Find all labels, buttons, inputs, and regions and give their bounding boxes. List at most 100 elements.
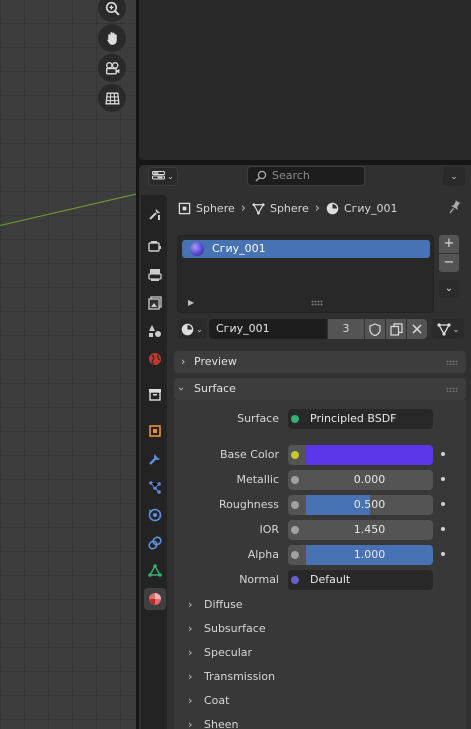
3d-viewport[interactable]: [0, 0, 136, 729]
float-socket-icon[interactable]: [291, 476, 299, 484]
chevron-right-icon: ›: [181, 355, 186, 368]
property-row-metallic: Metallic 0.000: [174, 470, 466, 490]
keyframe-dot-icon[interactable]: [441, 527, 445, 531]
breadcrumb-material-label: Сгиу_001: [343, 201, 398, 215]
surface-shader-value: Principled BSDF: [310, 412, 397, 425]
chevron-right-icon: ›: [188, 718, 193, 729]
vector-socket-icon[interactable]: [291, 576, 299, 584]
hand-pan-icon[interactable]: [98, 24, 126, 52]
unlink-material-button[interactable]: [407, 319, 427, 339]
panel-grip-icon[interactable]: [446, 360, 458, 365]
search-input[interactable]: Search: [247, 166, 365, 186]
material-sphere-icon: [326, 202, 339, 214]
object-icon[interactable]: [144, 420, 166, 442]
tool-icon[interactable]: [144, 203, 166, 225]
search-placeholder: Search: [272, 169, 310, 182]
close-icon: [412, 324, 422, 334]
material-slot-item[interactable]: Сгиу_001: [182, 240, 430, 258]
chevron-right-icon: ›: [188, 646, 193, 659]
subpanel-sheen[interactable]: › Sheen: [188, 715, 238, 729]
subpanel-label: Sheen: [204, 718, 239, 729]
surface-shader-selector[interactable]: Principled BSDF: [288, 409, 433, 429]
physics-icon[interactable]: [144, 504, 166, 526]
ior-field[interactable]: 1.450: [288, 520, 433, 540]
property-label: Alpha: [247, 548, 279, 561]
metallic-slider[interactable]: 0.000: [288, 470, 433, 490]
constraints-icon[interactable]: [144, 532, 166, 554]
shield-icon: [369, 322, 381, 336]
property-label: Base Color: [219, 448, 279, 461]
panel-grip-icon[interactable]: [446, 387, 458, 392]
alpha-slider[interactable]: 1.000: [288, 545, 433, 565]
normal-value: Default: [310, 573, 351, 586]
chevron-right-icon: ›: [188, 622, 193, 635]
keyframe-dot-icon[interactable]: [441, 502, 445, 506]
expand-arrow-icon[interactable]: ▶: [188, 298, 194, 307]
browse-material-button[interactable]: ⌄: [177, 319, 207, 339]
fake-user-button[interactable]: [365, 319, 385, 339]
remove-slot-button[interactable]: −: [439, 254, 459, 272]
subpanel-label: Coat: [204, 694, 230, 707]
keyframe-dot-icon[interactable]: [441, 477, 445, 481]
float-socket-icon[interactable]: [291, 551, 299, 559]
node-link-dropdown[interactable]: ⌄: [432, 319, 464, 339]
material-slot-list[interactable]: Сгиу_001 ▶: [177, 235, 434, 313]
modifier-icon[interactable]: [144, 448, 166, 470]
property-label: Roughness: [218, 498, 279, 511]
float-socket-icon[interactable]: [291, 501, 299, 509]
resize-grip-icon[interactable]: [311, 300, 323, 306]
chevron-down-icon: ›: [175, 386, 189, 392]
color-socket-icon[interactable]: [291, 451, 299, 459]
object-data-icon[interactable]: [144, 560, 166, 582]
roughness-slider[interactable]: 0.500: [288, 495, 433, 515]
editor-type-selector[interactable]: ⌄: [148, 167, 178, 186]
material-icon[interactable]: [144, 588, 166, 610]
keyframe-dot-icon[interactable]: [441, 452, 445, 456]
chevron-down-icon: ⌄: [444, 283, 454, 294]
chevron-down-icon: ⌄: [452, 324, 460, 334]
pin-icon[interactable]: [447, 199, 461, 215]
breadcrumb-mesh: Sphere: [252, 202, 309, 215]
particles-icon[interactable]: [144, 476, 166, 498]
material-users-count[interactable]: 3: [328, 319, 364, 339]
collection-icon[interactable]: [144, 383, 166, 405]
view-layer-icon[interactable]: [144, 292, 166, 314]
property-label: Normal: [239, 573, 279, 586]
subpanel-coat[interactable]: › Coat: [188, 691, 229, 711]
float-socket-icon[interactable]: [291, 526, 299, 534]
preview-panel-title: Preview: [194, 355, 237, 368]
metallic-value: 0.000: [353, 473, 386, 486]
top-right-editor[interactable]: [139, 0, 471, 160]
scene-icon[interactable]: [144, 320, 166, 342]
property-label: Metallic: [236, 473, 279, 486]
duplicate-material-button[interactable]: [386, 319, 406, 339]
subpanel-diffuse[interactable]: › Diffuse: [188, 595, 243, 615]
normal-selector[interactable]: Default: [288, 570, 433, 590]
grid-ortho-icon[interactable]: [98, 84, 126, 112]
property-row-alpha: Alpha 1.000: [174, 545, 466, 565]
add-slot-button[interactable]: +: [439, 235, 459, 253]
preview-panel-header[interactable]: › Preview: [174, 351, 466, 373]
base-color-swatch[interactable]: [288, 445, 433, 465]
subpanel-subsurface[interactable]: › Subsurface: [188, 619, 266, 639]
chevron-right-icon: ›: [188, 598, 193, 611]
subpanel-label: Transmission: [204, 670, 276, 683]
slot-specials-dropdown[interactable]: ⌄: [439, 280, 459, 298]
surface-shader-label: Surface: [237, 412, 279, 425]
material-name-field[interactable]: Сгиу_001: [209, 319, 327, 339]
subpanel-specular[interactable]: › Specular: [188, 643, 252, 663]
camera-icon[interactable]: [98, 54, 126, 82]
options-dropdown[interactable]: ⌄: [443, 167, 465, 186]
property-label: IOR: [259, 523, 279, 536]
subpanel-transmission[interactable]: › Transmission: [188, 667, 275, 687]
breadcrumb-mesh-label: Sphere: [269, 201, 309, 215]
property-row-base-color: Base Color: [174, 445, 466, 465]
world-icon[interactable]: [144, 348, 166, 370]
keyframe-dot-icon[interactable]: [441, 552, 445, 556]
y-axis-line: [0, 191, 136, 226]
chevron-right-icon: ›: [240, 200, 246, 216]
surface-panel-header[interactable]: › Surface: [174, 378, 466, 400]
render-icon[interactable]: [144, 236, 166, 258]
zoom-icon[interactable]: [98, 0, 126, 22]
output-icon[interactable]: [144, 264, 166, 286]
